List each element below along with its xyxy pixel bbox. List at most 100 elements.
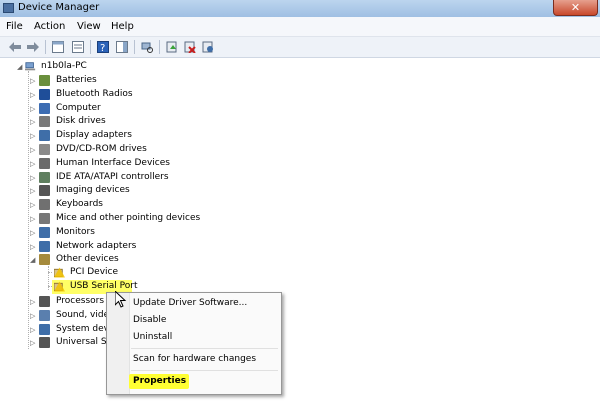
- menu-help[interactable]: Help: [111, 21, 134, 32]
- display-adapter-icon: [39, 130, 50, 141]
- tree-category-label: Other devices: [56, 254, 119, 264]
- keyboard-icon: [39, 199, 50, 210]
- bluetooth-icon: [39, 89, 50, 100]
- tree-category-disk-drives[interactable]: ▷ Disk drives: [30, 115, 210, 128]
- menu-bar: File Action View Help: [0, 17, 600, 37]
- menu-item-disable[interactable]: Disable: [133, 314, 166, 327]
- tree-category-label: Imaging devices: [56, 185, 130, 195]
- menu-item-update-driver[interactable]: Update Driver Software...: [133, 297, 247, 310]
- tree-category-universal-ser[interactable]: ▷ Universal Ser: [30, 336, 116, 349]
- tree-category-label: Batteries: [56, 75, 97, 85]
- tree-category-label: Human Interface Devices: [56, 158, 170, 168]
- tree-category-human-interface-devices[interactable]: ▷ Human Interface Devices: [30, 157, 210, 170]
- menu-action[interactable]: Action: [34, 21, 65, 32]
- uninstall-device-icon[interactable]: [201, 40, 215, 54]
- usb-controller-icon: [39, 337, 50, 348]
- tree-category-ide-ata-atapi-controllers[interactable]: ▷ IDE ATA/ATAPI controllers: [30, 171, 210, 184]
- title-bar: Device Manager ✕: [0, 0, 600, 18]
- scan-hardware-icon[interactable]: [140, 40, 154, 54]
- menu-item-scan-hardware[interactable]: Scan for hardware changes: [133, 353, 256, 366]
- disk-drive-icon: [39, 116, 50, 127]
- computer-icon: [25, 62, 36, 71]
- unknown-device-icon: [39, 254, 50, 265]
- expand-arrow-icon[interactable]: ▷: [30, 174, 36, 182]
- menu-file[interactable]: File: [6, 21, 23, 32]
- imaging-device-icon: [39, 185, 50, 196]
- monitor-icon: [39, 227, 50, 238]
- warning-device-icon: [54, 267, 65, 278]
- menu-item-uninstall[interactable]: Uninstall: [133, 331, 172, 344]
- tree-category-label: Disk drives: [56, 116, 106, 126]
- ide-controller-icon: [39, 172, 50, 183]
- tree-category-other-devices[interactable]: ◢ Other devices: [30, 253, 210, 266]
- toolbar-separator: [45, 40, 46, 54]
- disable-device-icon[interactable]: [183, 40, 197, 54]
- expand-arrow-icon[interactable]: ▷: [30, 229, 36, 237]
- tree-category-batteries[interactable]: ▷ Batteries: [30, 74, 210, 87]
- expand-arrow-icon[interactable]: ▷: [30, 339, 36, 347]
- tree-category-processors[interactable]: ▷ Processors: [30, 295, 110, 308]
- properties-icon[interactable]: [71, 40, 85, 54]
- tree-category-label: Processors: [56, 296, 105, 306]
- tree-category-mice-and-other-pointing-devices[interactable]: ▷ Mice and other pointing devices: [30, 212, 210, 225]
- menu-separator: [131, 348, 278, 349]
- tree-category-network-adapters[interactable]: ▷ Network adapters: [30, 240, 210, 253]
- expand-arrow-icon[interactable]: ▷: [30, 146, 36, 154]
- mouse-cursor-icon: [115, 291, 127, 308]
- tree-category-sound-video[interactable]: ▷ Sound, video: [30, 309, 115, 322]
- show-hide-tree-icon[interactable]: [51, 40, 65, 54]
- tree-category-display-adapters[interactable]: ▷ Display adapters: [30, 129, 210, 142]
- menu-view[interactable]: View: [77, 21, 101, 32]
- svg-text:?: ?: [100, 43, 105, 53]
- expand-arrow-icon[interactable]: ▷: [30, 77, 36, 85]
- tree-category-label: IDE ATA/ATAPI controllers: [56, 172, 169, 182]
- expand-arrow-icon[interactable]: ▷: [30, 187, 36, 195]
- sound-icon: [39, 310, 50, 321]
- expand-arrow-icon[interactable]: ▷: [30, 243, 36, 251]
- toolbar-separator: [134, 40, 135, 54]
- tree-category-imaging-devices[interactable]: ▷ Imaging devices: [30, 184, 210, 197]
- expand-arrow-icon[interactable]: ▷: [30, 118, 36, 126]
- tree-category-monitors[interactable]: ▷ Monitors: [30, 226, 210, 239]
- device-manager-app-icon: [3, 3, 14, 13]
- collapse-arrow-icon[interactable]: ◢: [30, 256, 36, 264]
- battery-icon: [39, 75, 50, 86]
- help-icon[interactable]: ?: [96, 40, 110, 54]
- window-title: Device Manager: [18, 2, 100, 13]
- context-menu: Update Driver Software... Disable Uninst…: [106, 292, 282, 395]
- forward-arrow-icon[interactable]: [26, 40, 40, 54]
- tree-category-label: Monitors: [56, 227, 95, 237]
- expand-arrow-icon[interactable]: ▷: [30, 215, 36, 223]
- close-button[interactable]: ✕: [553, 0, 598, 16]
- tree-category-computer[interactable]: ▷ Computer: [30, 102, 210, 115]
- expand-arrow-icon[interactable]: ▷: [30, 132, 36, 140]
- tree-category-bluetooth-radios[interactable]: ▷ Bluetooth Radios: [30, 88, 210, 101]
- toolbar: ?: [0, 37, 600, 58]
- collapse-arrow-icon[interactable]: ◢: [17, 63, 23, 71]
- back-arrow-icon[interactable]: [8, 40, 22, 54]
- expand-arrow-icon[interactable]: ▷: [30, 312, 36, 320]
- root-label: n1b0la-PC: [41, 61, 87, 71]
- expand-arrow-icon[interactable]: ▷: [30, 326, 36, 334]
- expand-arrow-icon[interactable]: ▷: [30, 298, 36, 306]
- update-driver-icon[interactable]: [165, 40, 179, 54]
- mouse-icon: [39, 213, 50, 224]
- tree-root[interactable]: ◢ n1b0la-PC: [17, 60, 117, 73]
- dvd-drive-icon: [39, 144, 50, 155]
- action-pane-icon[interactable]: [115, 40, 129, 54]
- tree-category-system-devi[interactable]: ▷ System devi: [30, 323, 112, 336]
- tree-item-pci-device[interactable]: PCI Device: [48, 266, 152, 279]
- menu-separator: [131, 370, 278, 371]
- processor-icon: [39, 296, 50, 307]
- warning-device-icon: [54, 281, 65, 292]
- tree-category-dvd-cd-rom-drives[interactable]: ▷ DVD/CD-ROM drives: [30, 143, 210, 156]
- pci-device-label: PCI Device: [70, 267, 119, 277]
- tree-category-label: DVD/CD-ROM drives: [56, 144, 147, 154]
- expand-arrow-icon[interactable]: ▷: [30, 105, 36, 113]
- menu-item-properties[interactable]: Properties: [133, 375, 186, 388]
- tree-category-keyboards[interactable]: ▷ Keyboards: [30, 198, 210, 211]
- expand-arrow-icon[interactable]: ▷: [30, 201, 36, 209]
- expand-arrow-icon[interactable]: ▷: [30, 160, 36, 168]
- tree-category-label: Network adapters: [56, 241, 137, 251]
- expand-arrow-icon[interactable]: ▷: [30, 91, 36, 99]
